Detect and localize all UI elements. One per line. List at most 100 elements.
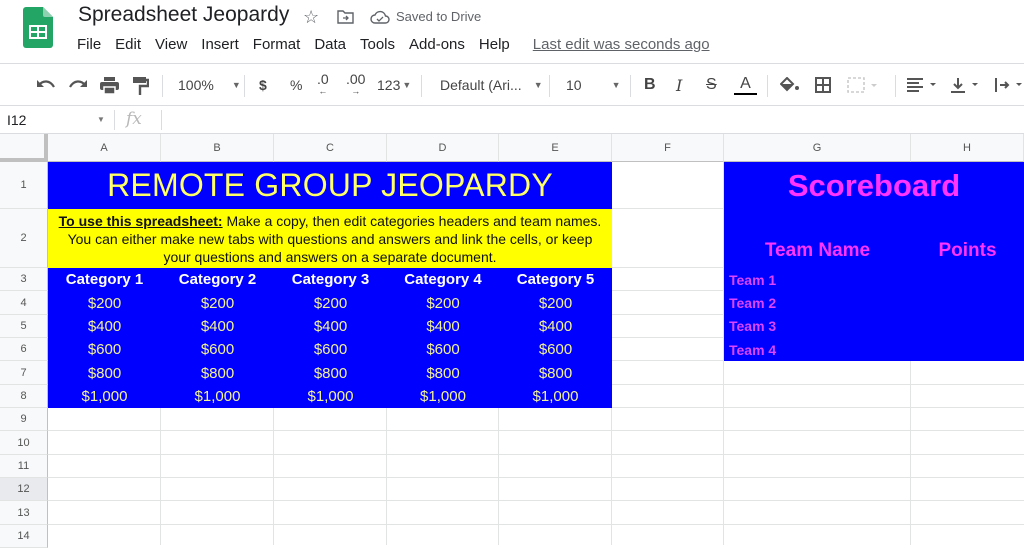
- board-value-cell[interactable]: $800: [161, 361, 274, 385]
- board-title-cell[interactable]: REMOTE GROUP JEOPARDY: [48, 162, 612, 209]
- select-all-corner[interactable]: [0, 134, 48, 162]
- board-value-cell[interactable]: $1,000: [387, 385, 499, 408]
- font-size-select[interactable]: 10 ▼: [566, 75, 621, 95]
- scoreboard-title-cell[interactable]: Scoreboard: [724, 162, 1024, 209]
- category-header[interactable]: Category 4: [387, 268, 499, 291]
- team-name[interactable]: Team 2: [729, 295, 776, 311]
- menu-tools[interactable]: Tools: [360, 36, 395, 56]
- board-value-cell[interactable]: $800: [48, 361, 161, 385]
- zoom-select[interactable]: 100% ▼: [178, 75, 241, 95]
- column-header-c[interactable]: C: [274, 134, 387, 162]
- horizontal-align-icon[interactable]: [906, 78, 940, 92]
- board-value-cell[interactable]: $600: [161, 338, 274, 361]
- board-value-cell[interactable]: $400: [161, 315, 274, 338]
- board-value-cell[interactable]: $600: [499, 338, 612, 361]
- team-name[interactable]: Team 3: [729, 318, 776, 334]
- format-currency-button[interactable]: $: [259, 75, 267, 95]
- redo-icon[interactable]: [68, 79, 88, 91]
- menu-data[interactable]: Data: [314, 36, 346, 56]
- board-value-cell[interactable]: $600: [387, 338, 499, 361]
- fill-color-icon[interactable]: [780, 77, 800, 93]
- category-header[interactable]: Category 1: [48, 268, 161, 291]
- menu-add-ons[interactable]: Add-ons: [409, 36, 465, 56]
- team-name-header[interactable]: Team Name: [724, 234, 911, 268]
- board-value-cell[interactable]: $200: [48, 291, 161, 315]
- row-header-12[interactable]: 12: [0, 478, 48, 501]
- cloud-saved-icon[interactable]: [370, 10, 390, 24]
- board-value-cell[interactable]: $200: [387, 291, 499, 315]
- row-header-8[interactable]: 8: [0, 385, 48, 408]
- formula-input[interactable]: [168, 109, 1018, 130]
- board-value-cell[interactable]: $1,000: [499, 385, 612, 408]
- move-to-folder-icon[interactable]: [337, 10, 354, 24]
- menu-edit[interactable]: Edit: [115, 36, 141, 56]
- merge-cells-icon[interactable]: [847, 77, 877, 93]
- italic-button[interactable]: I: [676, 75, 682, 95]
- row-header-3[interactable]: 3: [0, 268, 48, 291]
- column-header-h[interactable]: H: [911, 134, 1024, 162]
- menu-file[interactable]: File: [77, 36, 101, 56]
- row-header-5[interactable]: 5: [0, 315, 48, 338]
- board-value-cell[interactable]: $400: [499, 315, 612, 338]
- row-header-9[interactable]: 9: [0, 408, 48, 431]
- board-value-cell[interactable]: $800: [387, 361, 499, 385]
- column-header-e[interactable]: E: [499, 134, 612, 162]
- row-header-10[interactable]: 10: [0, 431, 48, 455]
- name-box[interactable]: I12: [0, 106, 112, 133]
- last-edit-link[interactable]: Last edit was seconds ago: [533, 36, 710, 56]
- category-header[interactable]: Category 2: [161, 268, 274, 291]
- document-title[interactable]: Spreadsheet Jeopardy: [78, 3, 289, 27]
- row-header-4[interactable]: 4: [0, 291, 48, 315]
- row-header-13[interactable]: 13: [0, 501, 48, 525]
- menu-view[interactable]: View: [155, 36, 187, 56]
- board-value-cell[interactable]: $400: [274, 315, 387, 338]
- star-icon[interactable]: ☆: [303, 7, 319, 28]
- column-header-g[interactable]: G: [724, 134, 911, 162]
- board-value-cell[interactable]: $200: [499, 291, 612, 315]
- chevron-down-icon[interactable]: ▼: [97, 115, 105, 124]
- bold-button[interactable]: B: [644, 75, 656, 95]
- board-value-cell[interactable]: $800: [274, 361, 387, 385]
- points-header[interactable]: Points: [911, 234, 1024, 268]
- undo-icon[interactable]: [36, 79, 56, 91]
- format-percent-button[interactable]: %: [290, 75, 302, 95]
- row-header-2[interactable]: 2: [0, 209, 48, 268]
- menu-format[interactable]: Format: [253, 36, 301, 56]
- column-header-b[interactable]: B: [161, 134, 274, 162]
- board-value-cell[interactable]: $800: [499, 361, 612, 385]
- spreadsheet-grid[interactable]: A B C D E F G H 1 2 3 4 5 6 7 8 9 10 11 …: [0, 134, 1024, 548]
- board-value-cell[interactable]: $200: [161, 291, 274, 315]
- decrease-decimal-button[interactable]: .0 ←: [317, 72, 329, 96]
- board-value-cell[interactable]: $200: [274, 291, 387, 315]
- paint-format-icon[interactable]: [133, 77, 149, 95]
- team-name[interactable]: Team 1: [729, 272, 776, 288]
- board-value-cell[interactable]: $1,000: [274, 385, 387, 408]
- column-header-f[interactable]: F: [612, 134, 724, 162]
- text-color-button[interactable]: A: [734, 75, 757, 95]
- borders-icon[interactable]: [815, 77, 831, 93]
- team-name[interactable]: Team 4: [729, 342, 776, 358]
- board-value-cell[interactable]: $600: [274, 338, 387, 361]
- category-header[interactable]: Category 5: [499, 268, 612, 291]
- text-wrapping-icon[interactable]: [994, 77, 1024, 93]
- instructions-cell[interactable]: To use this spreadsheet: Make a copy, th…: [48, 209, 612, 268]
- category-header[interactable]: Category 3: [274, 268, 387, 291]
- menu-insert[interactable]: Insert: [201, 36, 239, 56]
- increase-decimal-button[interactable]: .00 →: [346, 72, 365, 96]
- row-header-11[interactable]: 11: [0, 455, 48, 478]
- board-value-cell[interactable]: $1,000: [48, 385, 161, 408]
- menu-help[interactable]: Help: [479, 36, 510, 56]
- print-icon[interactable]: [100, 77, 119, 94]
- row-header-6[interactable]: 6: [0, 338, 48, 361]
- column-header-d[interactable]: D: [387, 134, 499, 162]
- google-sheets-logo-icon[interactable]: [23, 7, 53, 48]
- more-formats-button[interactable]: 123 ▼: [377, 75, 411, 95]
- row-header-1[interactable]: 1: [0, 162, 48, 209]
- column-header-a[interactable]: A: [48, 134, 161, 162]
- board-value-cell[interactable]: $600: [48, 338, 161, 361]
- board-value-cell[interactable]: $1,000: [161, 385, 274, 408]
- font-family-select[interactable]: Default (Ari... ▼: [440, 75, 543, 95]
- board-value-cell[interactable]: $400: [48, 315, 161, 338]
- vertical-align-icon[interactable]: [950, 77, 984, 93]
- strikethrough-button[interactable]: S: [706, 75, 717, 95]
